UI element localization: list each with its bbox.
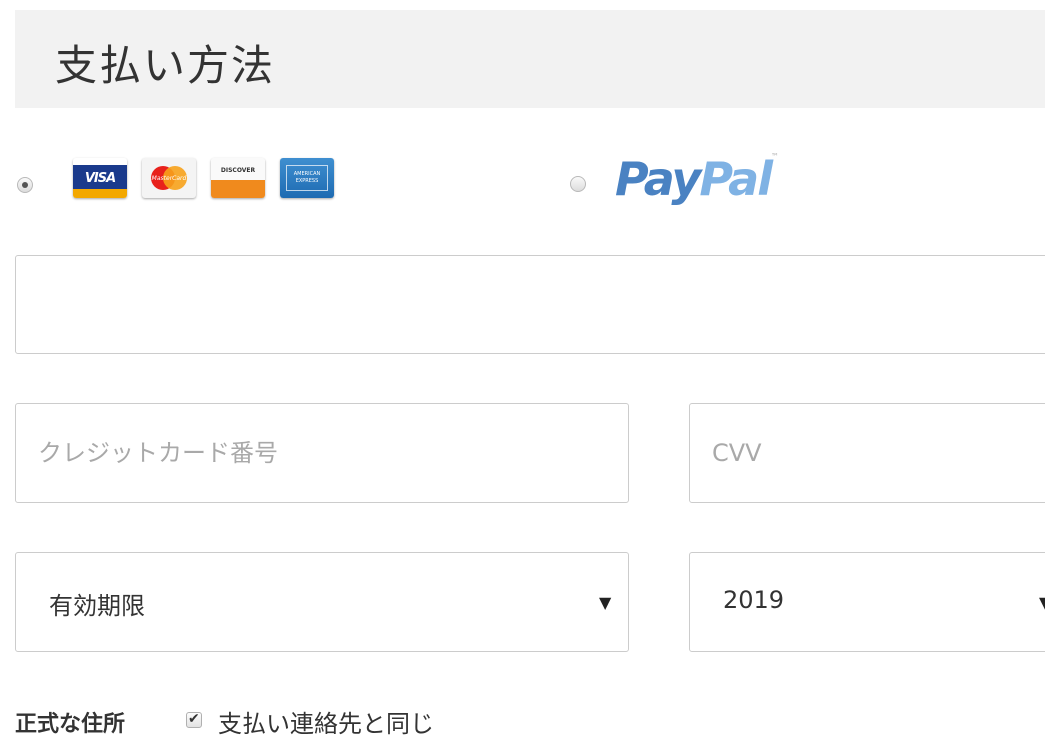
chevron-down-icon: ▼ — [599, 593, 612, 612]
credit-card-radio[interactable] — [17, 177, 33, 193]
discover-icon: DISCOVER — [211, 158, 265, 198]
paypal-trademark: ™ — [770, 152, 779, 161]
checkmark-icon: ✔ — [188, 711, 200, 727]
amex-icon: AMERICAN EXPRESS — [280, 158, 334, 198]
mastercard-icon: MasterCard — [142, 158, 196, 198]
mastercard-label: MasterCard — [151, 174, 187, 182]
expiry-year-select[interactable]: 2019 ▼ — [689, 552, 1045, 652]
discover-label: DISCOVER — [220, 167, 256, 174]
paypal-pal-text: Pal — [699, 152, 773, 206]
cardholder-name-field[interactable] — [15, 255, 1045, 354]
billing-address-label: 正式な住所 — [15, 712, 126, 735]
expiry-month-value: 有効期限 — [49, 592, 145, 620]
cvv-input[interactable] — [689, 403, 1045, 503]
amex-box: AMERICAN EXPRESS — [286, 165, 328, 191]
same-as-contact-label[interactable]: 支払い連絡先と同じ — [218, 704, 434, 735]
payment-method-page: 支払い方法 VISA MasterCard DISCOVER AMERICAN … — [0, 0, 1045, 735]
section-header: 支払い方法 — [15, 10, 1045, 108]
visa-label: VISA — [84, 170, 116, 186]
same-as-contact-checkbox[interactable]: ✔ — [186, 711, 202, 728]
page-title: 支払い方法 — [55, 41, 276, 90]
card-logos: VISA MasterCard DISCOVER AMERICAN EXPRES… — [73, 158, 334, 200]
paypal-logo: PayPal™ — [615, 152, 779, 206]
visa-icon: VISA — [73, 158, 127, 198]
amex-label: AMERICAN EXPRESS — [293, 171, 321, 184]
chevron-down-icon: ▼ — [1039, 593, 1045, 612]
paypal-radio[interactable] — [570, 176, 586, 192]
paypal-pay-text: Pay — [615, 152, 701, 206]
expiry-year-value: 2019 — [723, 586, 785, 614]
expiry-month-select[interactable]: 有効期限 ▼ — [15, 552, 629, 652]
credit-card-number-input[interactable] — [15, 403, 629, 503]
